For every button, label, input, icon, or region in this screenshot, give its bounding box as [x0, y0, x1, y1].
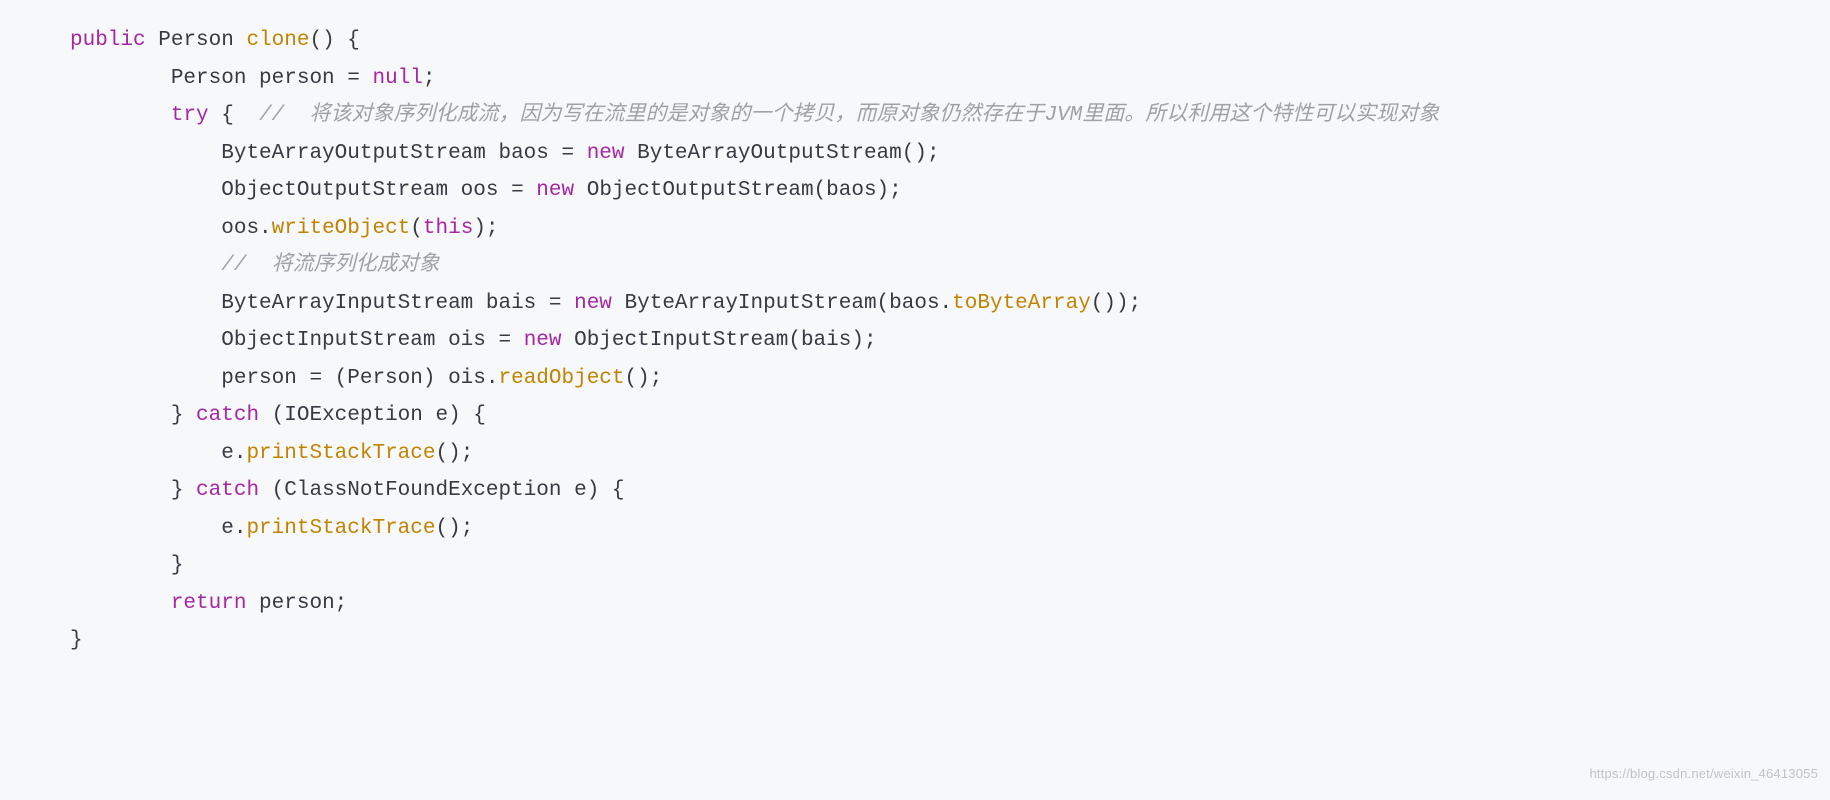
indent [70, 329, 221, 352]
code-text: person = (Person) ois. [221, 367, 498, 390]
indent [70, 254, 221, 277]
indent [70, 142, 221, 165]
punc: } [171, 554, 184, 577]
code-text: ObjectOutputStream oos = [221, 179, 536, 202]
code-text: ObjectInputStream ois = [221, 329, 523, 352]
kw-this: this [423, 217, 473, 240]
indent [70, 179, 221, 202]
code-text: Person person = [171, 67, 373, 90]
indent [70, 554, 171, 577]
kw-new: new [587, 142, 625, 165]
kw-public: public [70, 29, 146, 52]
punc: (); [625, 367, 663, 390]
kw-return: return [171, 592, 247, 615]
code-text: (IOException e) { [259, 404, 486, 427]
code-block: public Person clone() { Person person = … [0, 0, 1830, 680]
indent [70, 404, 171, 427]
indent [70, 442, 221, 465]
kw-new: new [524, 329, 562, 352]
indent [70, 479, 171, 502]
punc: ); [473, 217, 498, 240]
punc: { [335, 29, 360, 52]
code-text: (ClassNotFoundException e) { [259, 479, 624, 502]
watermark: https://blog.csdn.net/weixin_46413055 [1589, 755, 1818, 793]
indent [70, 104, 171, 127]
punc: } [70, 629, 83, 652]
punc: () [309, 29, 334, 52]
code-text: ByteArrayInputStream bais = [221, 292, 574, 315]
fn-writeobject: writeObject [272, 217, 411, 240]
kw-try: try [171, 104, 209, 127]
punc: ; [423, 67, 436, 90]
kw-catch: catch [196, 479, 259, 502]
code-text: ByteArrayOutputStream(); [625, 142, 940, 165]
fn-printstacktrace: printStackTrace [246, 442, 435, 465]
kw-new: new [536, 179, 574, 202]
indent [70, 367, 221, 390]
fn-readobject: readObject [498, 367, 624, 390]
punc: } [171, 404, 196, 427]
indent [70, 67, 171, 90]
punc: } [171, 479, 196, 502]
punc: (); [435, 442, 473, 465]
code-text: ObjectOutputStream(baos); [574, 179, 902, 202]
fn-clone: clone [246, 29, 309, 52]
code-text: ObjectInputStream(bais); [562, 329, 877, 352]
indent [70, 592, 171, 615]
kw-null: null [372, 67, 422, 90]
comment: // 将流序列化成对象 [221, 254, 439, 277]
indent [70, 292, 221, 315]
indent [70, 517, 221, 540]
punc: (); [435, 517, 473, 540]
code-text: e. [221, 517, 246, 540]
comment: // 将该对象序列化成流，因为写在流里的是对象的一个拷贝，而原对象仍然存在于JV… [259, 104, 1439, 127]
indent [70, 217, 221, 240]
code-text: e. [221, 442, 246, 465]
fn-tobytearray: toByteArray [952, 292, 1091, 315]
kw-catch: catch [196, 404, 259, 427]
type-person: Person [158, 29, 234, 52]
code-text: ByteArrayInputStream(baos. [612, 292, 952, 315]
code-text: ByteArrayOutputStream baos = [221, 142, 586, 165]
kw-new: new [574, 292, 612, 315]
fn-printstacktrace: printStackTrace [246, 517, 435, 540]
punc: { [209, 104, 259, 127]
punc: ()); [1091, 292, 1141, 315]
punc: ( [410, 217, 423, 240]
code-text: oos. [221, 217, 271, 240]
code-text: person; [246, 592, 347, 615]
